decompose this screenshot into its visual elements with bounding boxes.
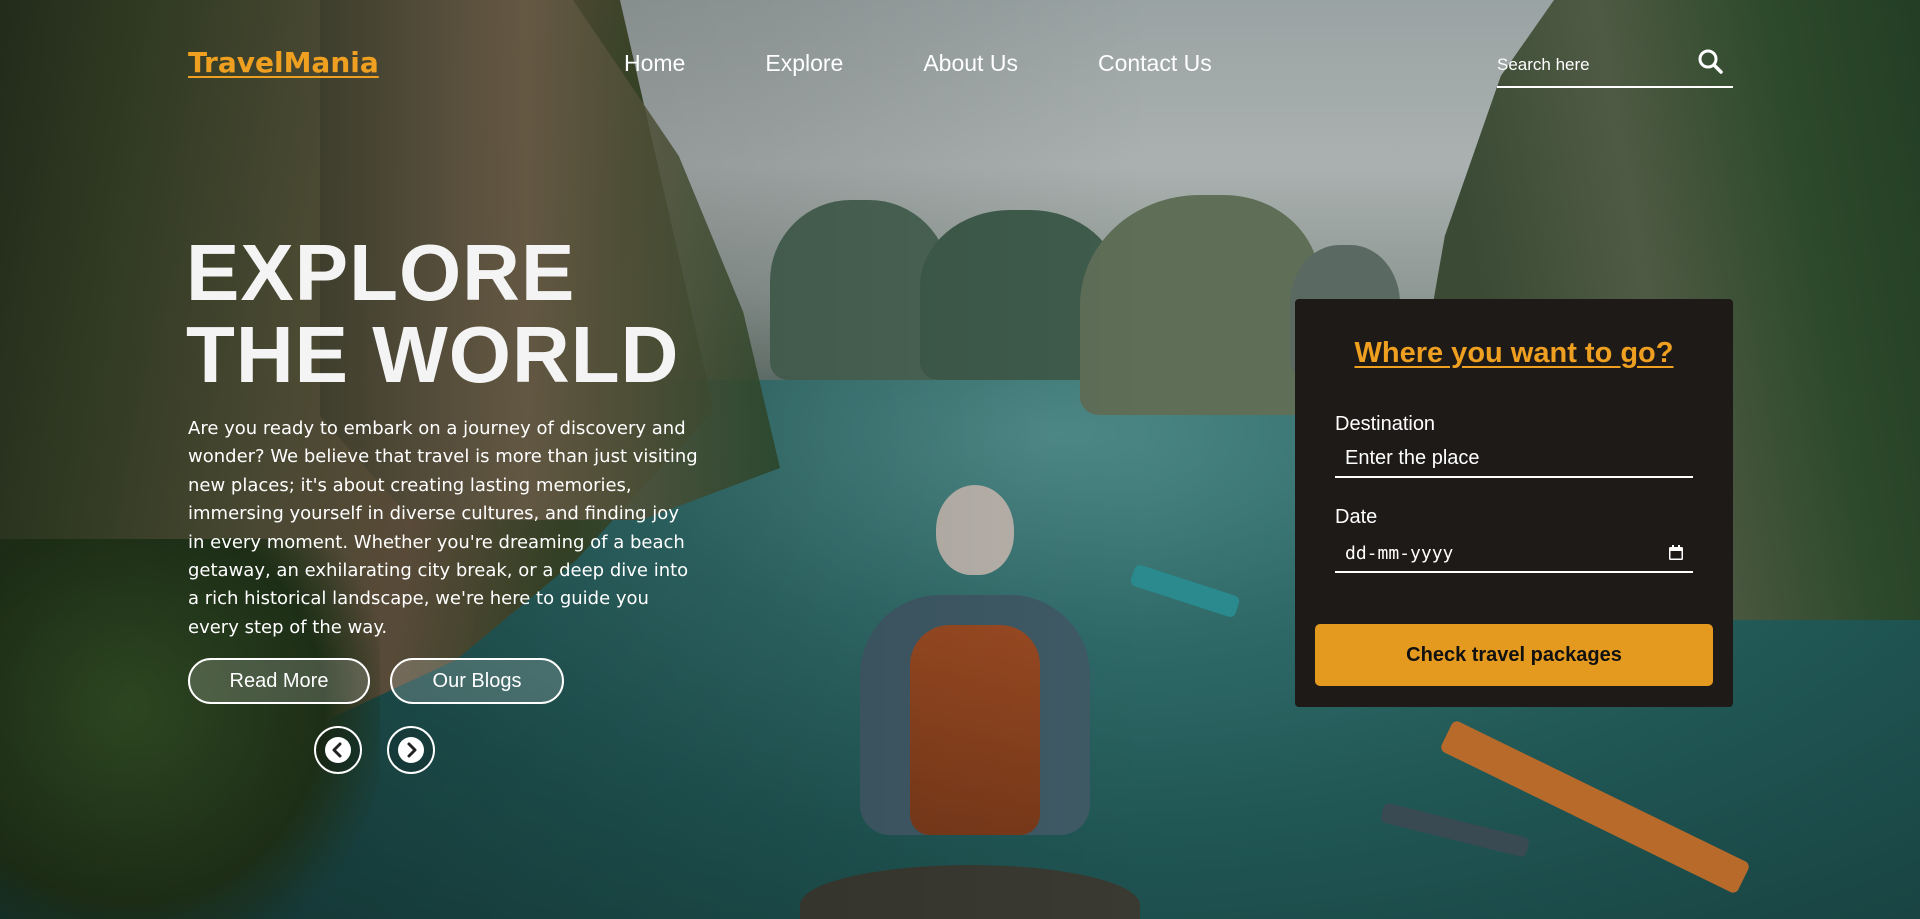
read-more-button[interactable]: Read More — [188, 658, 370, 704]
booking-title: Where you want to go? — [1354, 337, 1674, 369]
chevron-right-icon — [398, 737, 424, 763]
destination-label: Destination — [1335, 413, 1436, 435]
logo[interactable]: TravelMania — [188, 46, 379, 79]
check-travel-packages-button[interactable]: Check travel packages — [1315, 624, 1713, 686]
nav-about-us[interactable]: About Us — [923, 50, 1018, 77]
hero-description: Are you ready to embark on a journey of … — [188, 418, 698, 638]
date-placeholder: dd-mm-yyyy — [1345, 542, 1454, 564]
search-bar — [1497, 44, 1733, 88]
date-label: Date — [1335, 506, 1378, 528]
destination-input[interactable] — [1335, 440, 1693, 478]
chevron-left-icon — [325, 737, 351, 763]
nav-explore[interactable]: Explore — [765, 50, 843, 77]
calendar-icon[interactable] — [1667, 544, 1685, 562]
nav-home[interactable]: Home — [624, 50, 685, 77]
previous-slide-button[interactable] — [314, 726, 362, 774]
nav-contact-us[interactable]: Contact Us — [1098, 50, 1212, 77]
hero-title-line-1: EXPLORE — [186, 228, 576, 317]
date-input[interactable]: dd-mm-yyyy — [1335, 535, 1693, 573]
main-nav: Home Explore About Us Contact Us — [624, 50, 1292, 77]
hero-title: EXPLORE THE WORLD — [186, 232, 679, 396]
search-icon[interactable] — [1697, 48, 1723, 74]
search-input[interactable] — [1497, 52, 1697, 78]
hero-title-line-2: THE WORLD — [186, 310, 680, 399]
next-slide-button[interactable] — [387, 726, 435, 774]
booking-card: Where you want to go? Destination Date d… — [1295, 299, 1733, 707]
our-blogs-button[interactable]: Our Blogs — [390, 658, 564, 704]
